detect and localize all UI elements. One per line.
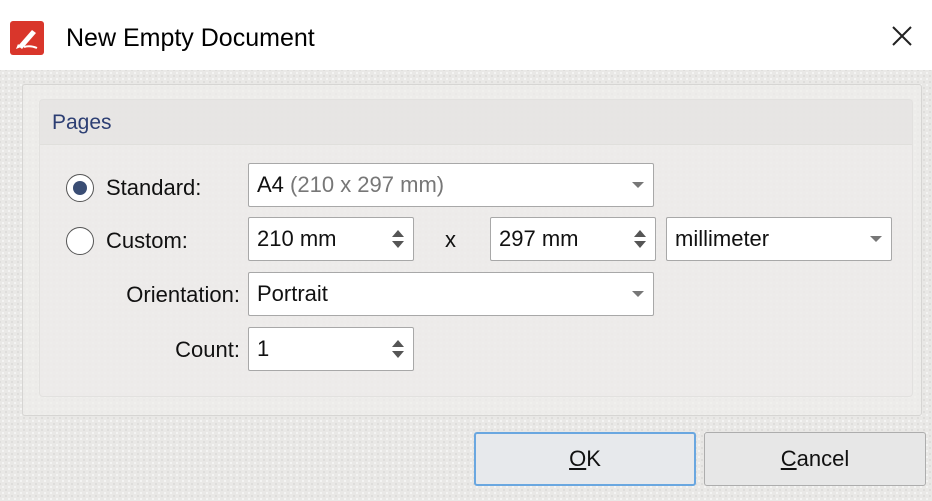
standard-size-select[interactable]: A4 (210 x 297 mm): [248, 163, 654, 207]
chevron-down-icon: [623, 290, 653, 298]
standard-radio-option[interactable]: Standard:: [66, 174, 201, 202]
ok-button[interactable]: OK: [474, 432, 696, 486]
close-icon: [892, 26, 912, 46]
custom-label: Custom:: [106, 228, 188, 253]
unit-select[interactable]: millimeter: [666, 217, 892, 261]
custom-radio[interactable]: [66, 227, 94, 255]
orientation-select[interactable]: Portrait: [248, 272, 654, 316]
standard-label: Standard:: [106, 175, 202, 200]
orientation-label: Orientation:: [126, 282, 240, 307]
orientation-value: Portrait: [257, 281, 328, 306]
pages-group-title: Pages: [52, 111, 112, 134]
chevron-down-icon: [623, 181, 653, 189]
dimension-separator: x: [445, 227, 456, 252]
chevron-down-icon: [861, 235, 891, 243]
window-title: New Empty Document: [66, 24, 315, 52]
stepper-arrows-icon[interactable]: [383, 338, 413, 360]
pdf-editor-logo-icon: [10, 21, 44, 55]
stepper-arrows-icon[interactable]: [625, 228, 655, 250]
custom-width-value: 210 mm: [257, 226, 337, 251]
close-button[interactable]: [880, 14, 924, 58]
pages-group: Pages Standard: A4 (210 x 297 mm) Custom…: [39, 99, 913, 397]
count-stepper[interactable]: 1: [248, 327, 414, 371]
custom-height-value: 297 mm: [499, 226, 579, 251]
custom-radio-option[interactable]: Custom:: [66, 227, 188, 255]
cancel-mnemonic: C: [780, 446, 797, 471]
title-bar: New Empty Document: [0, 0, 932, 70]
unit-value: millimeter: [675, 226, 770, 251]
custom-width-stepper[interactable]: 210 mm: [248, 217, 414, 261]
standard-radio[interactable]: [66, 174, 94, 202]
radio-selected-dot: [73, 181, 87, 195]
standard-size-value: A4 (210 x 297 mm): [257, 172, 445, 197]
pages-group-header: Pages: [40, 100, 912, 145]
count-label: Count:: [175, 337, 240, 362]
ok-mnemonic: O: [569, 446, 587, 471]
dialog-client-area: Pages Standard: A4 (210 x 297 mm) Custom…: [0, 70, 932, 501]
content-panel: Pages Standard: A4 (210 x 297 mm) Custom…: [22, 84, 922, 416]
count-value: 1: [257, 336, 270, 361]
ok-label: K: [586, 446, 601, 471]
cancel-label: ancel: [796, 446, 850, 471]
custom-height-stepper[interactable]: 297 mm: [490, 217, 656, 261]
stepper-arrows-icon[interactable]: [383, 228, 413, 250]
cancel-button[interactable]: Cancel: [704, 432, 926, 486]
